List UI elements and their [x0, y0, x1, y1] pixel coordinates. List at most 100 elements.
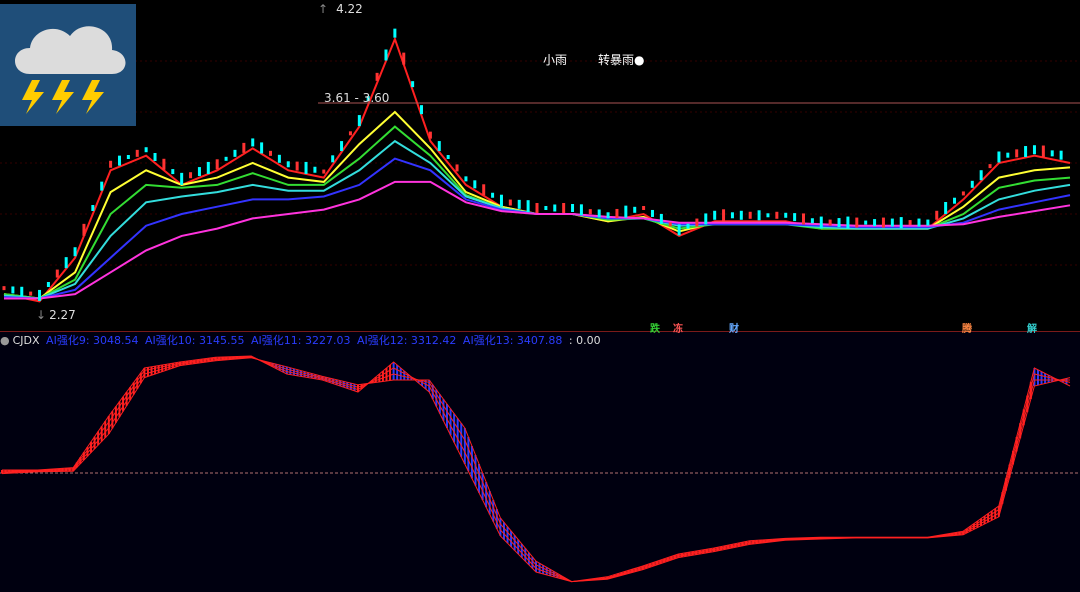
candle	[322, 169, 326, 174]
candle	[917, 218, 921, 227]
candle	[624, 205, 628, 218]
series-line-1	[3, 36, 1071, 303]
candle	[748, 211, 752, 219]
candle	[855, 217, 859, 228]
tag-1: 跌	[650, 324, 660, 335]
candle	[775, 211, 779, 219]
candle	[348, 131, 352, 136]
candle	[784, 212, 788, 218]
candle	[944, 202, 948, 214]
indicator-header: ● CJDX AI强化9: 3048.54 AI强化10: 3145.55 AI强…	[0, 332, 604, 347]
candle	[695, 218, 699, 227]
candle	[269, 150, 272, 156]
candle	[686, 223, 690, 229]
candle	[757, 210, 761, 221]
candle	[739, 210, 743, 220]
candle	[1050, 150, 1054, 157]
series-line-2	[1, 356, 1071, 583]
candle	[988, 164, 992, 169]
indicator-chart-svg	[0, 355, 1080, 583]
candle	[908, 220, 912, 226]
candle	[597, 209, 601, 218]
candle	[704, 213, 708, 225]
series-label-4: AI强化12: 3312.42	[356, 334, 457, 347]
high-price-label: ↑ 4.22	[318, 2, 363, 16]
candle	[864, 220, 868, 225]
candle	[117, 155, 121, 166]
candle	[810, 218, 814, 224]
candle	[162, 158, 166, 170]
candle	[953, 197, 957, 204]
candle	[979, 170, 983, 181]
candle	[606, 212, 610, 219]
candle	[384, 49, 388, 61]
candle	[295, 161, 299, 171]
weather-text-2: 转暴雨●	[598, 53, 645, 67]
candle	[242, 142, 246, 153]
candle	[508, 199, 512, 206]
candle	[189, 172, 193, 179]
candle	[1015, 149, 1019, 158]
candle	[588, 209, 592, 215]
candle	[890, 218, 894, 227]
candle	[446, 155, 450, 159]
candle	[260, 142, 264, 154]
candle	[64, 257, 68, 269]
candle	[393, 28, 397, 38]
price-chart-panel[interactable]	[0, 0, 1080, 332]
candle	[180, 172, 184, 185]
tag-3: 财	[729, 324, 739, 335]
candle	[11, 286, 15, 294]
candle	[215, 159, 219, 170]
candle	[428, 131, 432, 139]
candle	[29, 291, 33, 296]
low-price-label: ↓ 2.27	[36, 308, 76, 322]
candle	[375, 72, 379, 81]
series-label-3: AI强化11: 3227.03	[250, 334, 351, 347]
candle	[402, 52, 406, 65]
candle	[206, 161, 210, 174]
candle	[20, 286, 24, 297]
storm-cloud-lightning-icon	[0, 4, 136, 126]
candle	[1006, 152, 1010, 158]
candle	[571, 204, 575, 212]
candle	[650, 209, 654, 217]
candle	[304, 161, 308, 174]
candle	[340, 141, 344, 152]
candle	[455, 164, 459, 172]
candle	[713, 210, 717, 220]
candle	[126, 155, 130, 159]
candle	[499, 194, 503, 207]
candle	[873, 219, 877, 227]
candle	[766, 213, 770, 218]
tag-5: 解	[1027, 324, 1037, 335]
series-label-2: AI强化10: 3145.55	[145, 334, 245, 347]
candle	[615, 208, 619, 218]
candle	[535, 203, 539, 213]
candle	[153, 153, 157, 161]
candle	[544, 206, 548, 210]
series-label-1: AI强化9: 3048.54	[46, 334, 139, 347]
candle	[437, 141, 441, 152]
indicator-panel[interactable]	[0, 332, 1080, 592]
weather-text-1: 小雨	[543, 53, 568, 67]
candle	[730, 212, 734, 219]
candle	[961, 191, 965, 196]
candle	[517, 199, 521, 209]
candle	[38, 289, 42, 301]
candle	[411, 81, 415, 88]
tail-value: : 0.00	[568, 334, 601, 347]
candle	[837, 218, 841, 228]
candle	[659, 213, 663, 224]
candle	[313, 166, 317, 173]
candle	[553, 204, 557, 212]
candle	[1032, 145, 1036, 155]
candle	[2, 286, 6, 291]
candle	[935, 210, 939, 220]
candle	[668, 222, 672, 227]
series-label-5: AI强化13: 3407.88	[462, 334, 563, 347]
candle	[562, 203, 566, 213]
series-line-3	[1, 356, 1070, 583]
candle	[846, 216, 850, 229]
candle	[482, 184, 486, 196]
